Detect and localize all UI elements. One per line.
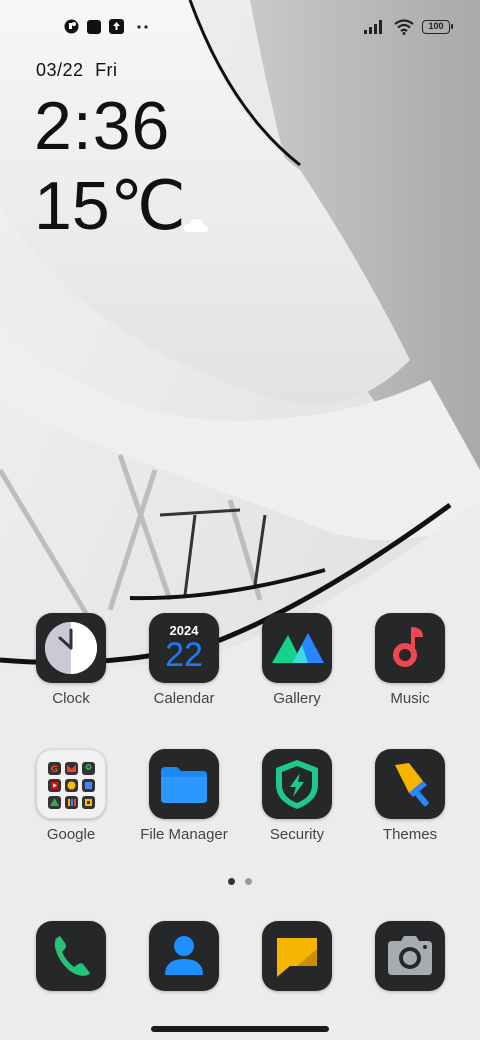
app-calendar[interactable]: 2024 22 Calendar — [129, 613, 239, 707]
dock-camera[interactable] — [355, 921, 465, 991]
date-text[interactable]: 03/22 Fri — [36, 60, 118, 81]
clock-icon — [36, 613, 106, 683]
app-label: Clock — [52, 690, 90, 707]
app-label: Music — [390, 690, 430, 707]
time-widget[interactable]: 2:36 — [34, 86, 170, 166]
app-gallery[interactable]: Gallery — [242, 613, 352, 707]
dock-contacts[interactable] — [129, 921, 239, 991]
page-dot-2[interactable] — [245, 878, 252, 885]
temperature-widget[interactable]: 15℃ — [34, 166, 186, 246]
dock-messages[interactable] — [242, 921, 352, 991]
app-clock[interactable]: Clock — [16, 613, 126, 707]
svg-text:G: G — [51, 765, 58, 775]
notification-icon — [64, 19, 79, 34]
shield-icon — [262, 749, 332, 819]
wifi-icon — [394, 19, 414, 35]
music-icon — [375, 613, 445, 683]
app-google-folder[interactable]: G Google — [16, 749, 126, 843]
dock-phone[interactable] — [16, 921, 126, 991]
app-themes[interactable]: Themes — [355, 749, 465, 843]
google-folder-icon: G — [36, 749, 106, 819]
paint-roller-icon — [375, 749, 445, 819]
gallery-icon — [262, 613, 332, 683]
status-bar: 100 — [0, 0, 480, 56]
page-dot-1[interactable] — [228, 878, 235, 885]
page-indicator[interactable] — [228, 878, 252, 885]
home-indicator[interactable] — [151, 1026, 329, 1032]
weekday-value: Fri — [95, 60, 118, 80]
camera-icon — [375, 921, 445, 991]
app-file-manager[interactable]: File Manager — [129, 749, 239, 843]
app-label: Calendar — [153, 690, 215, 707]
square-app-icon — [87, 19, 101, 34]
app-label: Google — [46, 826, 96, 843]
upload-icon — [109, 19, 124, 34]
phone-icon — [36, 921, 106, 991]
battery-level: 100 — [428, 21, 444, 31]
calendar-day: 22 — [165, 636, 203, 674]
more-dots-icon — [137, 24, 148, 29]
signal-icon — [364, 20, 382, 34]
messages-icon — [262, 921, 332, 991]
date-value: 03/22 — [36, 60, 84, 80]
app-label: File Manager — [140, 826, 228, 843]
app-security[interactable]: Security — [242, 749, 352, 843]
app-label: Themes — [382, 826, 438, 843]
folder-icon — [149, 749, 219, 819]
contacts-icon — [149, 921, 219, 991]
battery-icon: 100 — [422, 20, 453, 34]
calendar-icon: 2024 22 — [149, 613, 219, 683]
app-label: Security — [269, 826, 325, 843]
app-label: Gallery — [273, 690, 321, 707]
app-music[interactable]: Music — [355, 613, 465, 707]
cloud-icon — [183, 218, 208, 232]
